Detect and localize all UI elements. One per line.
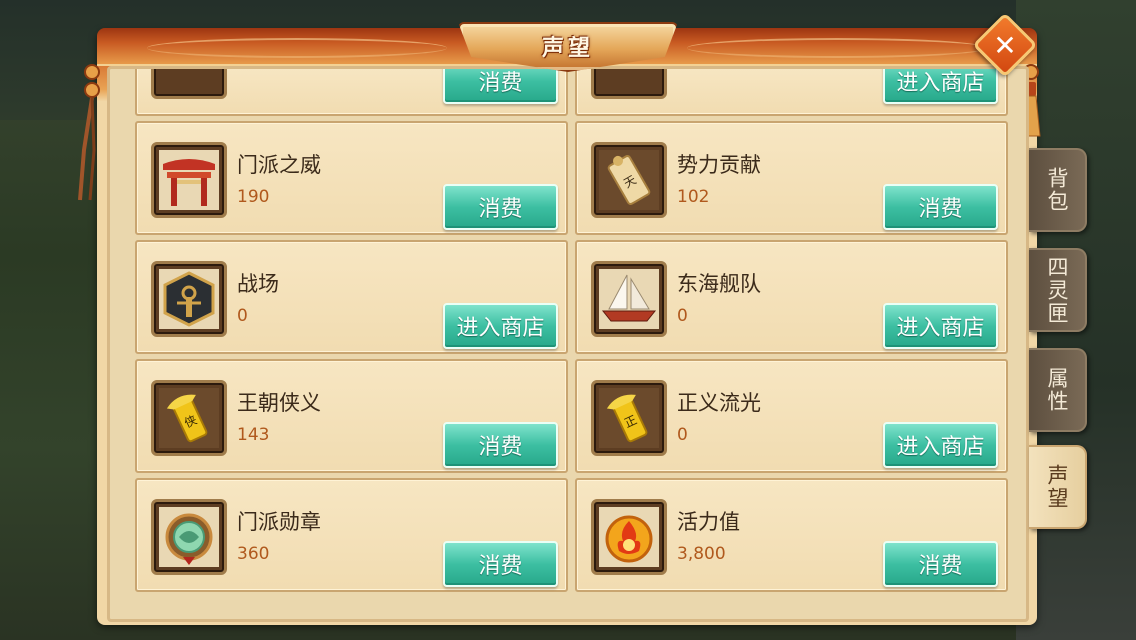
- tab-four-spirits[interactable]: 四灵匣: [1029, 248, 1087, 332]
- consume-button[interactable]: 消费: [443, 184, 558, 230]
- list-item: 东海舰队 0 进入商店: [575, 240, 1008, 354]
- item-value: 3,800: [677, 544, 726, 564]
- list-item: 活力值 3,800 消费: [575, 478, 1008, 592]
- consume-button[interactable]: 消费: [883, 541, 998, 587]
- item-value: 0: [677, 306, 688, 326]
- enter-shop-button[interactable]: 进入商店: [883, 422, 998, 468]
- list-item: 门派之威 190 消费: [135, 121, 568, 235]
- item-name: 战场: [237, 272, 279, 296]
- tab-backpack[interactable]: 背包: [1029, 148, 1087, 232]
- item-name: 王朝侠义: [237, 391, 321, 415]
- gold-token-icon: 侠: [151, 380, 227, 456]
- page-title: 声望: [541, 35, 594, 61]
- tab-reputation[interactable]: 声望: [1029, 445, 1087, 529]
- scroll-token-icon: 天: [591, 142, 667, 218]
- list-item: 正 正义流光 0 进入商店: [575, 359, 1008, 473]
- item-value: 102: [677, 187, 710, 207]
- item-value: 0: [677, 425, 688, 445]
- consume-button[interactable]: 消费: [443, 69, 558, 104]
- item-name: 东海舰队: [677, 272, 761, 296]
- list-item: 天 势力贡献 102 消费: [575, 121, 1008, 235]
- enter-shop-button[interactable]: 进入商店: [883, 303, 998, 349]
- list-item: 进入商店: [575, 69, 1008, 116]
- close-icon[interactable]: ✕: [982, 22, 1028, 68]
- list-item: 侠 王朝侠义 143 消费: [135, 359, 568, 473]
- consume-button[interactable]: 消费: [883, 184, 998, 230]
- list-item: 消费: [135, 69, 568, 116]
- tab-label: 四灵匣: [1045, 255, 1069, 325]
- consume-button[interactable]: 消费: [443, 422, 558, 468]
- item-value: 360: [237, 544, 270, 564]
- gate-icon: [151, 142, 227, 218]
- item-name: 门派之威: [237, 153, 321, 177]
- item-list-scroll-area[interactable]: 消费 进入商店 门派之威 190 消费 天 势力贡献 102 消费 战场 0 进…: [107, 66, 1029, 622]
- tab-attributes[interactable]: 属性: [1029, 348, 1087, 432]
- consume-button[interactable]: 消费: [443, 541, 558, 587]
- item-value: 0: [237, 306, 248, 326]
- item-name: 门派勋章: [237, 510, 321, 534]
- tab-label: 声望: [1045, 464, 1069, 510]
- item-name: 势力贡献: [677, 153, 761, 177]
- jade-medal-icon: [151, 499, 227, 575]
- tab-label: 背包: [1045, 167, 1069, 213]
- list-item: 战场 0 进入商店: [135, 240, 568, 354]
- gold-token-icon: 正: [591, 380, 667, 456]
- ship-icon: [591, 261, 667, 337]
- enter-shop-button[interactable]: 进入商店: [443, 303, 558, 349]
- reputation-icon: [591, 69, 667, 99]
- reputation-icon: [151, 69, 227, 99]
- item-name: 活力值: [677, 510, 740, 534]
- battle-emblem-icon: [151, 261, 227, 337]
- tab-label: 属性: [1045, 367, 1069, 413]
- list-item: 门派勋章 360 消费: [135, 478, 568, 592]
- enter-shop-button[interactable]: 进入商店: [883, 69, 998, 104]
- item-value: 143: [237, 425, 270, 445]
- tassel-ornament-icon: [78, 64, 100, 201]
- item-value: 190: [237, 187, 270, 207]
- item-name: 正义流光: [677, 391, 761, 415]
- flame-orb-icon: [591, 499, 667, 575]
